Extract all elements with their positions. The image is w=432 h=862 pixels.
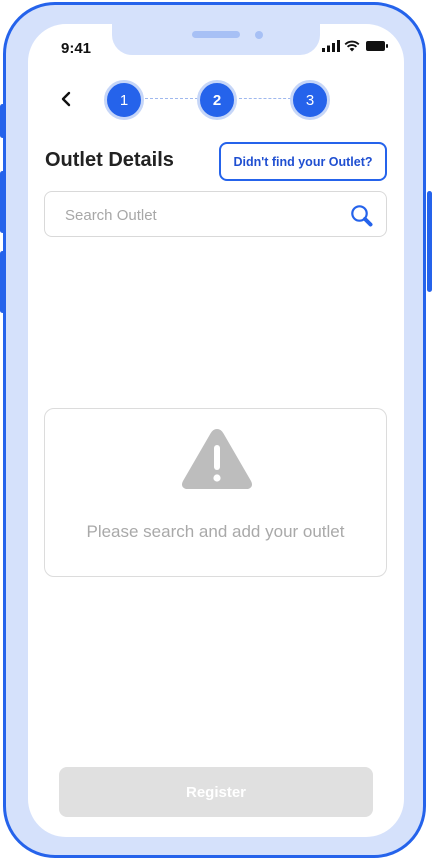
status-time: 9:41: [61, 40, 92, 57]
notch: [112, 24, 320, 55]
phone-side-button: [0, 171, 5, 233]
empty-state-card: Please search and add your outlet: [44, 408, 387, 577]
wifi-icon: [344, 40, 360, 52]
phone-side-button: [427, 191, 432, 292]
stepper-connector: [239, 98, 291, 99]
signal-icon: [322, 40, 340, 52]
step-1: 1: [104, 80, 144, 120]
phone-side-button: [0, 104, 5, 138]
stepper-connector: [145, 98, 198, 99]
phone-side-button: [0, 251, 5, 313]
chevron-left-icon: [61, 91, 71, 107]
register-button[interactable]: Register: [59, 767, 373, 817]
search-icon[interactable]: [350, 204, 374, 228]
search-field[interactable]: [44, 191, 387, 238]
camera: [255, 31, 263, 39]
outlet-not-found-button[interactable]: Didn't find your Outlet?: [219, 142, 387, 181]
warning-icon: [182, 429, 252, 489]
back-button[interactable]: [56, 86, 78, 112]
step-2: 2: [197, 80, 237, 120]
search-input[interactable]: [63, 192, 337, 238]
step-3: 3: [290, 80, 330, 120]
empty-state-message: Please search and add your outlet: [86, 522, 345, 541]
speaker: [192, 31, 240, 38]
battery-icon: [366, 41, 388, 51]
page-title: Outlet Details: [45, 149, 174, 171]
